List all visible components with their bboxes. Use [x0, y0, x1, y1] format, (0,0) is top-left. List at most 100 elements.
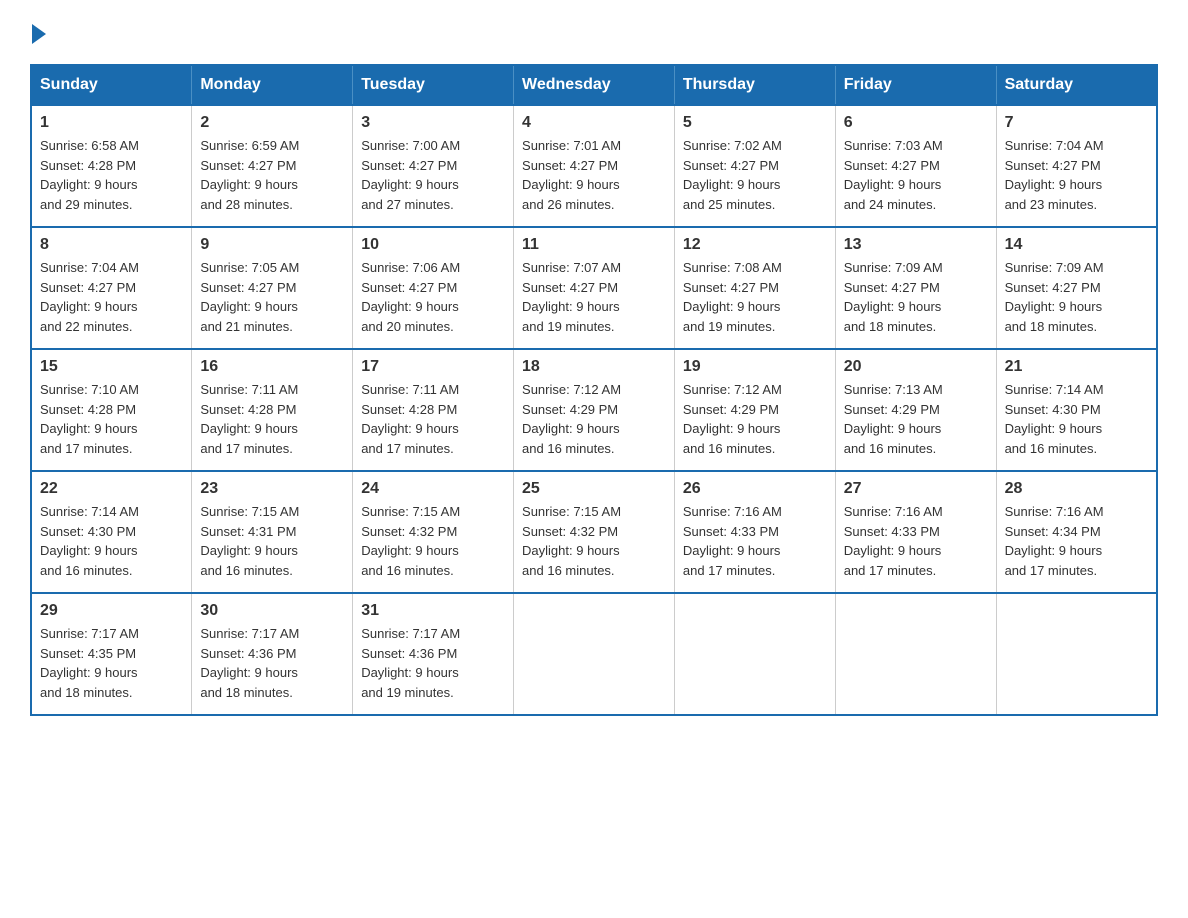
day-info: Sunrise: 7:04 AMSunset: 4:27 PMDaylight:… — [1005, 138, 1104, 212]
calendar-week-row: 8 Sunrise: 7:04 AMSunset: 4:27 PMDayligh… — [31, 227, 1157, 349]
day-number: 14 — [1005, 236, 1148, 254]
weekday-header-monday: Monday — [192, 65, 353, 105]
calendar-cell: 29 Sunrise: 7:17 AMSunset: 4:35 PMDaylig… — [31, 593, 192, 715]
calendar-cell: 31 Sunrise: 7:17 AMSunset: 4:36 PMDaylig… — [353, 593, 514, 715]
day-info: Sunrise: 7:17 AMSunset: 4:36 PMDaylight:… — [361, 626, 460, 700]
day-number: 31 — [361, 602, 505, 620]
day-info: Sunrise: 7:15 AMSunset: 4:31 PMDaylight:… — [200, 504, 299, 578]
day-number: 23 — [200, 480, 344, 498]
day-number: 19 — [683, 358, 827, 376]
calendar-cell: 10 Sunrise: 7:06 AMSunset: 4:27 PMDaylig… — [353, 227, 514, 349]
calendar-week-row: 29 Sunrise: 7:17 AMSunset: 4:35 PMDaylig… — [31, 593, 1157, 715]
day-number: 11 — [522, 236, 666, 254]
day-info: Sunrise: 7:16 AMSunset: 4:33 PMDaylight:… — [683, 504, 782, 578]
weekday-header-sunday: Sunday — [31, 65, 192, 105]
calendar-cell: 13 Sunrise: 7:09 AMSunset: 4:27 PMDaylig… — [835, 227, 996, 349]
day-number: 5 — [683, 114, 827, 132]
logo-arrow-icon — [32, 24, 46, 44]
day-info: Sunrise: 7:11 AMSunset: 4:28 PMDaylight:… — [200, 382, 298, 456]
day-number: 13 — [844, 236, 988, 254]
calendar-cell: 6 Sunrise: 7:03 AMSunset: 4:27 PMDayligh… — [835, 105, 996, 227]
day-number: 15 — [40, 358, 183, 376]
day-number: 20 — [844, 358, 988, 376]
day-number: 29 — [40, 602, 183, 620]
calendar-cell: 25 Sunrise: 7:15 AMSunset: 4:32 PMDaylig… — [514, 471, 675, 593]
calendar-cell: 5 Sunrise: 7:02 AMSunset: 4:27 PMDayligh… — [674, 105, 835, 227]
day-number: 27 — [844, 480, 988, 498]
day-number: 10 — [361, 236, 505, 254]
calendar-cell — [674, 593, 835, 715]
weekday-header-wednesday: Wednesday — [514, 65, 675, 105]
day-number: 21 — [1005, 358, 1148, 376]
calendar-cell: 23 Sunrise: 7:15 AMSunset: 4:31 PMDaylig… — [192, 471, 353, 593]
day-info: Sunrise: 7:11 AMSunset: 4:28 PMDaylight:… — [361, 382, 459, 456]
calendar-body: 1 Sunrise: 6:58 AMSunset: 4:28 PMDayligh… — [31, 105, 1157, 715]
calendar-table: SundayMondayTuesdayWednesdayThursdayFrid… — [30, 64, 1158, 716]
day-number: 4 — [522, 114, 666, 132]
day-number: 12 — [683, 236, 827, 254]
day-info: Sunrise: 7:04 AMSunset: 4:27 PMDaylight:… — [40, 260, 139, 334]
calendar-cell: 16 Sunrise: 7:11 AMSunset: 4:28 PMDaylig… — [192, 349, 353, 471]
day-number: 26 — [683, 480, 827, 498]
calendar-header-row: SundayMondayTuesdayWednesdayThursdayFrid… — [31, 65, 1157, 105]
calendar-cell: 26 Sunrise: 7:16 AMSunset: 4:33 PMDaylig… — [674, 471, 835, 593]
page-header — [30, 20, 1158, 44]
day-info: Sunrise: 7:12 AMSunset: 4:29 PMDaylight:… — [683, 382, 782, 456]
day-info: Sunrise: 7:16 AMSunset: 4:34 PMDaylight:… — [1005, 504, 1104, 578]
calendar-cell: 27 Sunrise: 7:16 AMSunset: 4:33 PMDaylig… — [835, 471, 996, 593]
day-info: Sunrise: 7:14 AMSunset: 4:30 PMDaylight:… — [1005, 382, 1104, 456]
calendar-week-row: 1 Sunrise: 6:58 AMSunset: 4:28 PMDayligh… — [31, 105, 1157, 227]
day-number: 25 — [522, 480, 666, 498]
weekday-header-tuesday: Tuesday — [353, 65, 514, 105]
calendar-cell: 7 Sunrise: 7:04 AMSunset: 4:27 PMDayligh… — [996, 105, 1157, 227]
calendar-cell: 3 Sunrise: 7:00 AMSunset: 4:27 PMDayligh… — [353, 105, 514, 227]
day-info: Sunrise: 7:07 AMSunset: 4:27 PMDaylight:… — [522, 260, 621, 334]
day-number: 22 — [40, 480, 183, 498]
day-info: Sunrise: 7:09 AMSunset: 4:27 PMDaylight:… — [1005, 260, 1104, 334]
calendar-cell: 24 Sunrise: 7:15 AMSunset: 4:32 PMDaylig… — [353, 471, 514, 593]
calendar-cell: 14 Sunrise: 7:09 AMSunset: 4:27 PMDaylig… — [996, 227, 1157, 349]
calendar-cell: 9 Sunrise: 7:05 AMSunset: 4:27 PMDayligh… — [192, 227, 353, 349]
calendar-cell: 8 Sunrise: 7:04 AMSunset: 4:27 PMDayligh… — [31, 227, 192, 349]
day-info: Sunrise: 7:06 AMSunset: 4:27 PMDaylight:… — [361, 260, 460, 334]
calendar-cell: 12 Sunrise: 7:08 AMSunset: 4:27 PMDaylig… — [674, 227, 835, 349]
day-number: 1 — [40, 114, 183, 132]
day-number: 9 — [200, 236, 344, 254]
day-number: 16 — [200, 358, 344, 376]
weekday-header-saturday: Saturday — [996, 65, 1157, 105]
day-info: Sunrise: 7:14 AMSunset: 4:30 PMDaylight:… — [40, 504, 139, 578]
calendar-cell: 21 Sunrise: 7:14 AMSunset: 4:30 PMDaylig… — [996, 349, 1157, 471]
day-info: Sunrise: 7:10 AMSunset: 4:28 PMDaylight:… — [40, 382, 139, 456]
calendar-cell — [996, 593, 1157, 715]
day-info: Sunrise: 7:17 AMSunset: 4:36 PMDaylight:… — [200, 626, 299, 700]
calendar-cell: 1 Sunrise: 6:58 AMSunset: 4:28 PMDayligh… — [31, 105, 192, 227]
day-number: 2 — [200, 114, 344, 132]
calendar-cell: 20 Sunrise: 7:13 AMSunset: 4:29 PMDaylig… — [835, 349, 996, 471]
day-info: Sunrise: 7:16 AMSunset: 4:33 PMDaylight:… — [844, 504, 943, 578]
day-info: Sunrise: 6:58 AMSunset: 4:28 PMDaylight:… — [40, 138, 139, 212]
day-number: 30 — [200, 602, 344, 620]
calendar-cell: 22 Sunrise: 7:14 AMSunset: 4:30 PMDaylig… — [31, 471, 192, 593]
day-info: Sunrise: 7:09 AMSunset: 4:27 PMDaylight:… — [844, 260, 943, 334]
day-number: 17 — [361, 358, 505, 376]
day-info: Sunrise: 7:00 AMSunset: 4:27 PMDaylight:… — [361, 138, 460, 212]
weekday-header-friday: Friday — [835, 65, 996, 105]
calendar-cell: 18 Sunrise: 7:12 AMSunset: 4:29 PMDaylig… — [514, 349, 675, 471]
calendar-cell: 15 Sunrise: 7:10 AMSunset: 4:28 PMDaylig… — [31, 349, 192, 471]
calendar-cell: 17 Sunrise: 7:11 AMSunset: 4:28 PMDaylig… — [353, 349, 514, 471]
day-info: Sunrise: 7:08 AMSunset: 4:27 PMDaylight:… — [683, 260, 782, 334]
day-number: 6 — [844, 114, 988, 132]
day-number: 28 — [1005, 480, 1148, 498]
calendar-week-row: 15 Sunrise: 7:10 AMSunset: 4:28 PMDaylig… — [31, 349, 1157, 471]
calendar-cell: 4 Sunrise: 7:01 AMSunset: 4:27 PMDayligh… — [514, 105, 675, 227]
day-info: Sunrise: 7:12 AMSunset: 4:29 PMDaylight:… — [522, 382, 621, 456]
logo — [30, 20, 46, 44]
day-number: 24 — [361, 480, 505, 498]
calendar-cell: 2 Sunrise: 6:59 AMSunset: 4:27 PMDayligh… — [192, 105, 353, 227]
day-info: Sunrise: 7:17 AMSunset: 4:35 PMDaylight:… — [40, 626, 139, 700]
calendar-cell: 11 Sunrise: 7:07 AMSunset: 4:27 PMDaylig… — [514, 227, 675, 349]
day-number: 18 — [522, 358, 666, 376]
day-number: 8 — [40, 236, 183, 254]
day-info: Sunrise: 7:02 AMSunset: 4:27 PMDaylight:… — [683, 138, 782, 212]
weekday-header-thursday: Thursday — [674, 65, 835, 105]
